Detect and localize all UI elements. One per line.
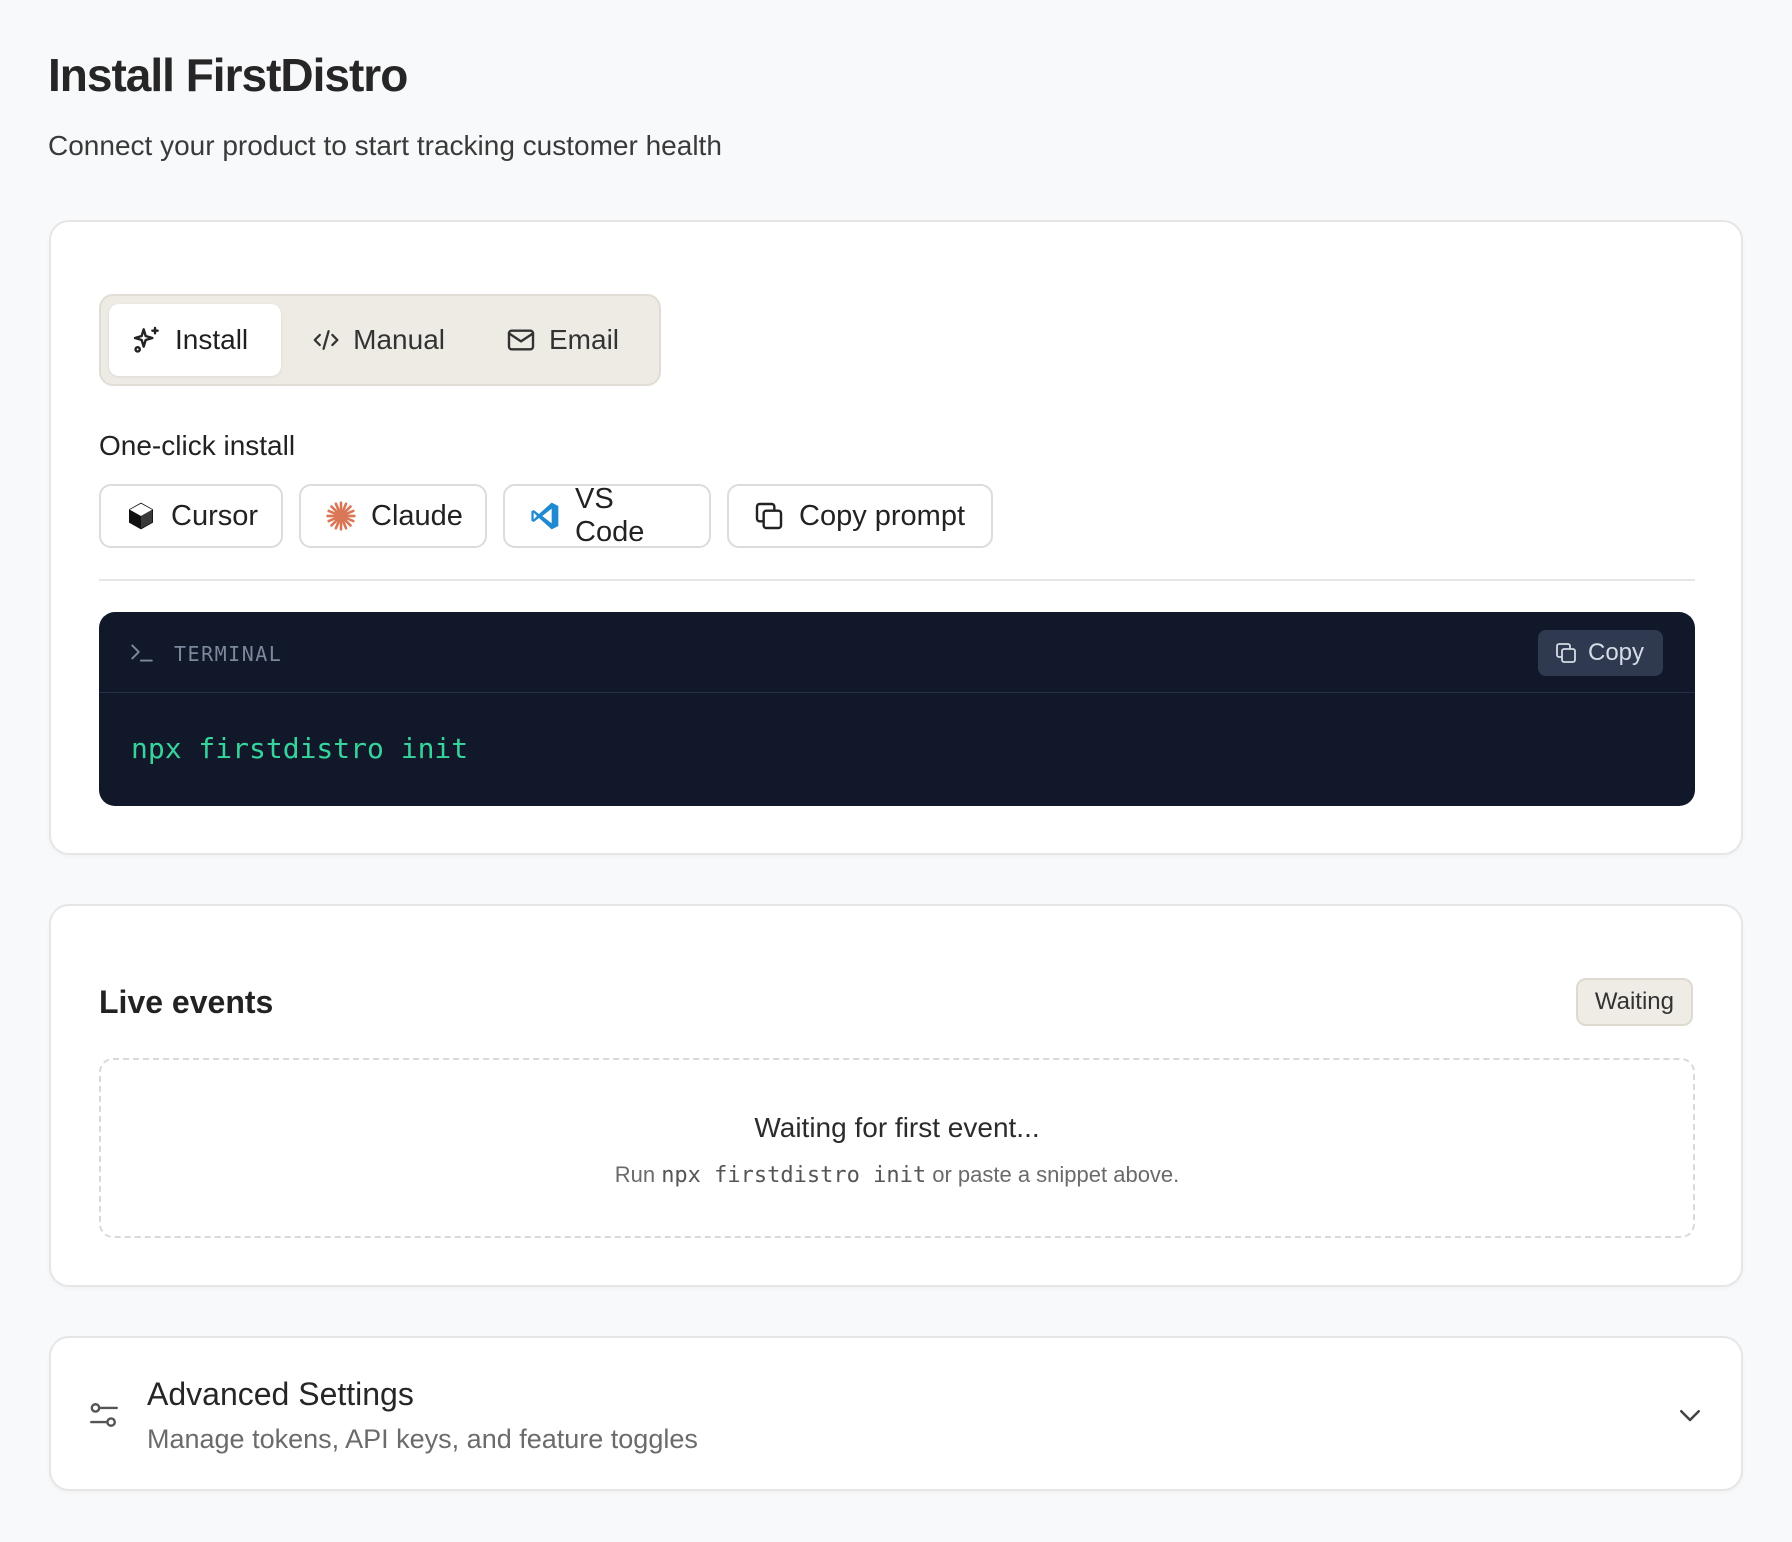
page-subtitle: Connect your product to start tracking c… <box>48 130 722 161</box>
claude-logo-icon <box>326 501 356 531</box>
vscode-install-button[interactable]: VS Code <box>503 483 711 548</box>
live-events-title: Live events <box>99 984 274 1020</box>
copy-prompt-label: Copy prompt <box>799 499 966 532</box>
code-icon <box>313 330 339 350</box>
install-method-tabs: Install Manual Email <box>99 294 661 386</box>
copy-prompt-button[interactable]: Copy prompt <box>727 484 993 548</box>
page-title: Install FirstDistro <box>48 49 408 101</box>
cursor-logo-icon <box>129 502 153 530</box>
terminal-prompt-icon <box>131 644 153 662</box>
sparkles-icon <box>133 326 159 353</box>
chevron-down-icon[interactable] <box>1675 1400 1705 1430</box>
terminal-command[interactable]: npx firstdistro init <box>131 732 468 765</box>
advanced-settings-toggle[interactable]: Advanced Settings Manage tokens, API key… <box>49 1336 1743 1491</box>
tab-install-label: Install <box>175 324 249 355</box>
terminal-label: TERMINAL <box>174 642 283 666</box>
vscode-logo-icon <box>531 502 559 530</box>
empty-state-title: Waiting for first event... <box>754 1112 1040 1143</box>
live-events-card: Live events Waiting Waiting for first ev… <box>49 904 1743 1287</box>
tab-manual[interactable]: Manual <box>289 304 467 376</box>
tab-install[interactable]: Install <box>109 304 281 376</box>
tab-email[interactable]: Email <box>483 304 653 376</box>
empty-state-hint: Run npx firstdistro init or paste a snip… <box>101 1162 1693 1188</box>
empty-hint-suffix: or paste a snippet above. <box>932 1162 1180 1187</box>
sliders-icon <box>90 1403 118 1427</box>
terminal-header: TERMINAL Copy <box>99 612 1695 693</box>
copy-icon <box>755 502 783 530</box>
terminal-copy-button[interactable]: Copy <box>1538 630 1663 676</box>
oneclick-install-label: One-click install <box>99 430 296 461</box>
tab-email-label: Email <box>549 324 620 355</box>
mail-icon <box>507 329 535 351</box>
empty-hint-prefix: Run <box>614 1162 656 1187</box>
tab-manual-label: Manual <box>353 324 445 355</box>
advanced-settings-title: Advanced Settings <box>147 1376 414 1412</box>
status-badge: Waiting <box>1575 978 1693 1026</box>
terminal-copy-label: Copy <box>1588 639 1645 666</box>
empty-hint-command: npx firstdistro init <box>661 1163 927 1188</box>
vscode-button-label: VS Code <box>575 483 645 548</box>
events-empty-state: Waiting for first event... Run npx first… <box>99 1058 1695 1238</box>
copy-icon <box>1556 643 1576 663</box>
terminal-block: TERMINAL Copy npx firstdistro init <box>99 612 1695 806</box>
cursor-install-button[interactable]: Cursor <box>99 484 283 548</box>
install-card: Install Manual Email One-click install C… <box>49 220 1743 855</box>
cursor-button-label: Cursor <box>171 499 259 532</box>
claude-install-button[interactable]: Claude <box>299 484 487 548</box>
advanced-settings-subtitle: Manage tokens, API keys, and feature tog… <box>147 1424 698 1454</box>
section-divider <box>99 579 1695 581</box>
claude-button-label: Claude <box>371 499 463 532</box>
